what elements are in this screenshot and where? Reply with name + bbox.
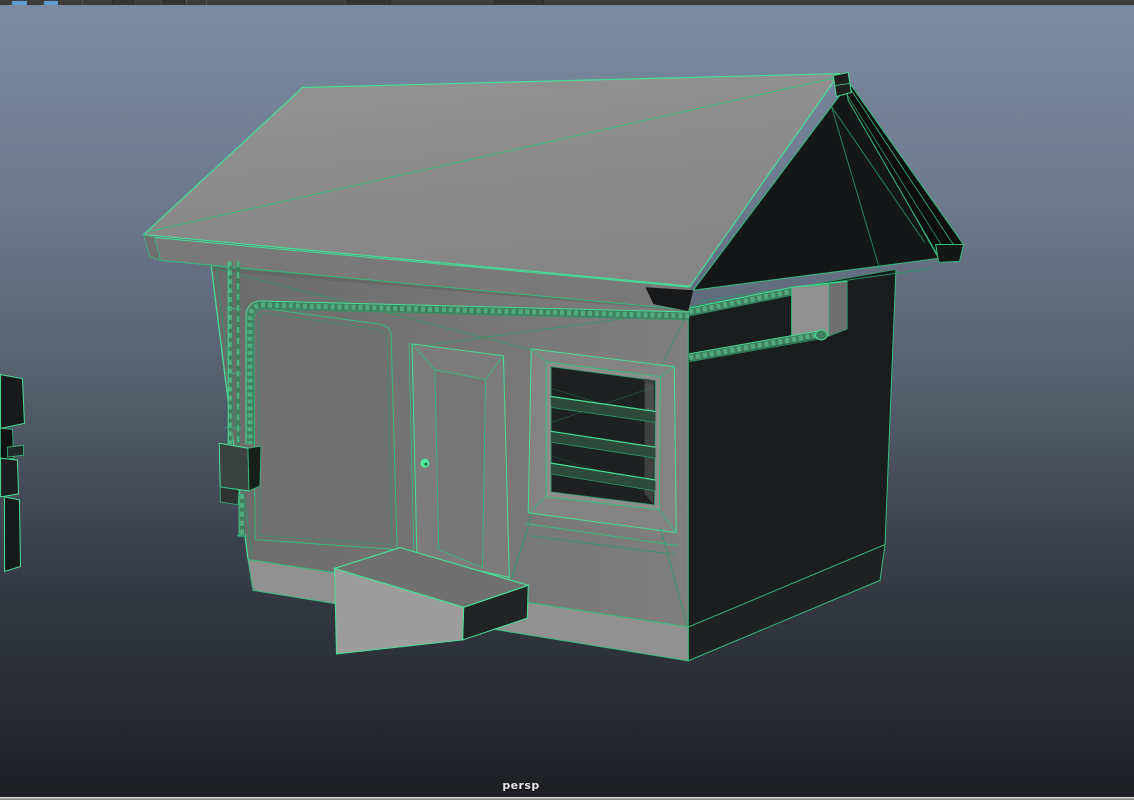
post-flange	[8, 445, 24, 457]
downspout-box-side	[829, 281, 847, 336]
door-inner-panel	[435, 370, 486, 568]
fascia-end-cap	[936, 244, 964, 262]
post-model[interactable]	[1, 375, 25, 572]
post-base	[5, 497, 21, 572]
viewport-canvas[interactable]	[0, 5, 1134, 796]
meter-box-lower	[220, 487, 239, 505]
camera-label[interactable]: persp	[502, 779, 539, 792]
meter-box-side	[248, 446, 261, 491]
timeline-panel-edge	[0, 796, 1134, 800]
viewport-panel[interactable]: persp	[0, 5, 1134, 796]
door-knob-center	[424, 463, 427, 466]
meter-box-front	[219, 443, 249, 491]
door	[409, 343, 511, 587]
application-window: persp	[0, 0, 1134, 800]
house-model[interactable]	[144, 73, 964, 661]
post-top-box	[1, 375, 25, 429]
garage-panel	[254, 308, 397, 550]
pipe-end-cap	[815, 330, 827, 340]
post-mid-box	[1, 458, 19, 497]
